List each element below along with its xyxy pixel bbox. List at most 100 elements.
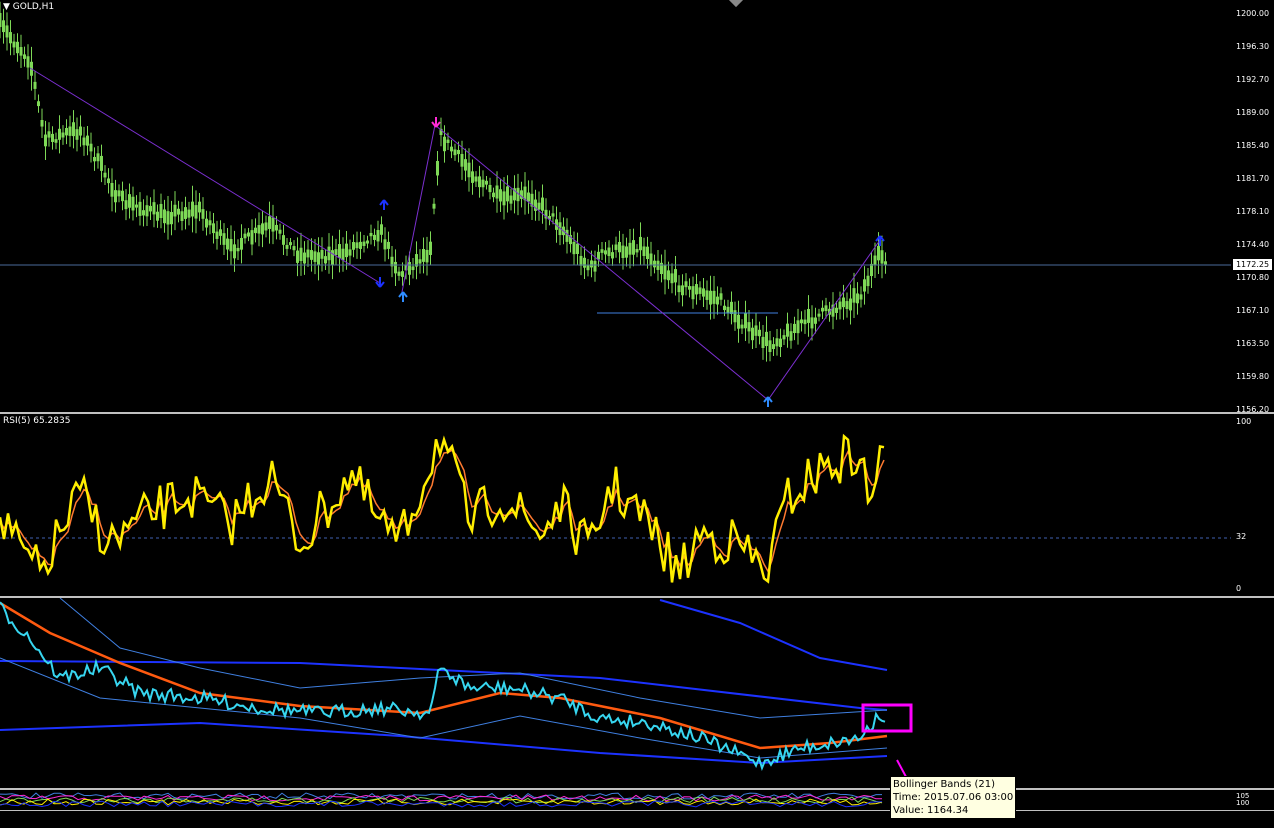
candle-body xyxy=(79,126,82,136)
candle-body xyxy=(261,223,264,235)
candle-body xyxy=(800,319,803,324)
candle-body xyxy=(761,336,765,349)
candle-body xyxy=(317,252,320,266)
candle-body xyxy=(313,251,317,262)
bollinger-canvas[interactable] xyxy=(0,598,1231,788)
mini-axis[interactable]: 105 100 xyxy=(1231,790,1274,810)
candle-body xyxy=(541,197,544,211)
candle-body xyxy=(72,122,75,137)
candle-body xyxy=(740,324,744,329)
mini-indicator-pane[interactable] xyxy=(0,790,1231,810)
candle-body xyxy=(226,238,229,250)
tooltip-value: Value: 1164.34 xyxy=(893,805,969,816)
price-chart-canvas[interactable] xyxy=(0,0,1231,412)
candle-body xyxy=(726,306,730,313)
candle-body xyxy=(366,240,369,244)
price-chart-pane[interactable]: ▼ GOLD,H1 xyxy=(0,0,1231,412)
candle-body xyxy=(737,314,740,329)
candle-body xyxy=(646,246,649,260)
candle-body xyxy=(506,186,509,202)
candle-body xyxy=(597,251,600,260)
candle-body xyxy=(695,284,698,295)
candle-body xyxy=(394,261,397,274)
candle-body xyxy=(187,209,191,218)
candle-body xyxy=(590,260,593,268)
candle-body xyxy=(82,137,86,146)
candle-body xyxy=(576,243,579,254)
candle-body xyxy=(124,200,128,210)
price-tick: 1174.40 xyxy=(1236,240,1270,249)
price-tick: 1185.40 xyxy=(1236,141,1270,150)
up-arrow-icon[interactable] xyxy=(763,396,773,407)
candle-body xyxy=(765,331,768,347)
candle-body xyxy=(422,248,425,262)
candle-body xyxy=(611,252,614,259)
rsi-canvas[interactable] xyxy=(0,414,1231,596)
candle-body xyxy=(607,247,611,257)
price-tick: 1200.00 xyxy=(1236,9,1270,18)
rsi-axis[interactable]: 100 32 0 xyxy=(1231,414,1274,596)
candle-body xyxy=(863,279,866,292)
up-arrow-icon[interactable] xyxy=(379,199,389,210)
candle-body xyxy=(58,128,61,140)
candle-body xyxy=(670,273,674,284)
down-arrow-icon[interactable] xyxy=(375,277,385,288)
candle-body xyxy=(61,132,65,138)
candle-body xyxy=(814,317,817,324)
candle-body xyxy=(758,329,761,337)
candle-body xyxy=(208,220,212,226)
mini-tick-100: 100 xyxy=(1236,799,1250,807)
candle-body xyxy=(54,139,58,143)
candle-body xyxy=(0,12,2,28)
candle-body xyxy=(278,229,282,234)
candle-body xyxy=(649,253,653,265)
dropdown-triangle-icon[interactable]: ▼ xyxy=(3,2,10,12)
candle-body xyxy=(782,335,786,340)
up-arrow-icon[interactable] xyxy=(398,291,408,302)
candle-body xyxy=(103,172,107,178)
candle-body xyxy=(810,317,814,329)
candle-body xyxy=(107,178,110,184)
candle-body xyxy=(775,338,779,347)
price-tick: 1189.00 xyxy=(1236,108,1270,117)
candle-body xyxy=(292,246,296,251)
candle-body xyxy=(275,224,278,231)
candle-body xyxy=(243,233,247,239)
price-tick: 1167.10 xyxy=(1236,306,1270,315)
candle-body xyxy=(254,227,257,234)
candle-body xyxy=(180,211,184,221)
candle-body xyxy=(177,208,180,215)
candle-body xyxy=(485,180,488,185)
candle-body xyxy=(212,223,215,234)
candle-body xyxy=(481,179,485,188)
time-axis[interactable] xyxy=(0,811,1274,828)
candle-body xyxy=(674,269,677,283)
rsi-pane[interactable]: RSI(5) 65.2835 xyxy=(0,414,1231,596)
candle-body xyxy=(768,340,772,353)
candle-body xyxy=(159,203,163,218)
candle-body xyxy=(618,241,621,253)
down-arrow-icon[interactable] xyxy=(431,117,441,128)
candle-body xyxy=(495,185,499,199)
symbol-label: ▼ GOLD,H1 xyxy=(3,2,55,12)
candle-body xyxy=(436,161,439,176)
candle-body xyxy=(219,229,222,236)
candle-body xyxy=(12,41,16,48)
candle-body xyxy=(614,244,618,250)
candle-body xyxy=(432,203,436,209)
candle-body xyxy=(348,249,352,256)
candle-body xyxy=(285,244,289,249)
price-axis[interactable]: 1200.00 1196.30 1192.70 1189.00 1185.40 1181.… xyxy=(1231,0,1274,414)
candle-body xyxy=(453,149,457,156)
candle-body xyxy=(870,263,873,277)
candle-body xyxy=(173,204,177,217)
bollinger-pane[interactable] xyxy=(0,598,1231,788)
candle-body xyxy=(628,242,632,255)
mini-indicator-canvas[interactable] xyxy=(0,790,1231,810)
candle-body xyxy=(688,286,691,290)
candle-body xyxy=(2,20,5,33)
candle-body xyxy=(166,211,170,225)
candle-body xyxy=(257,225,261,234)
bollinger-axis[interactable] xyxy=(1231,598,1274,788)
candle-body xyxy=(849,298,852,311)
